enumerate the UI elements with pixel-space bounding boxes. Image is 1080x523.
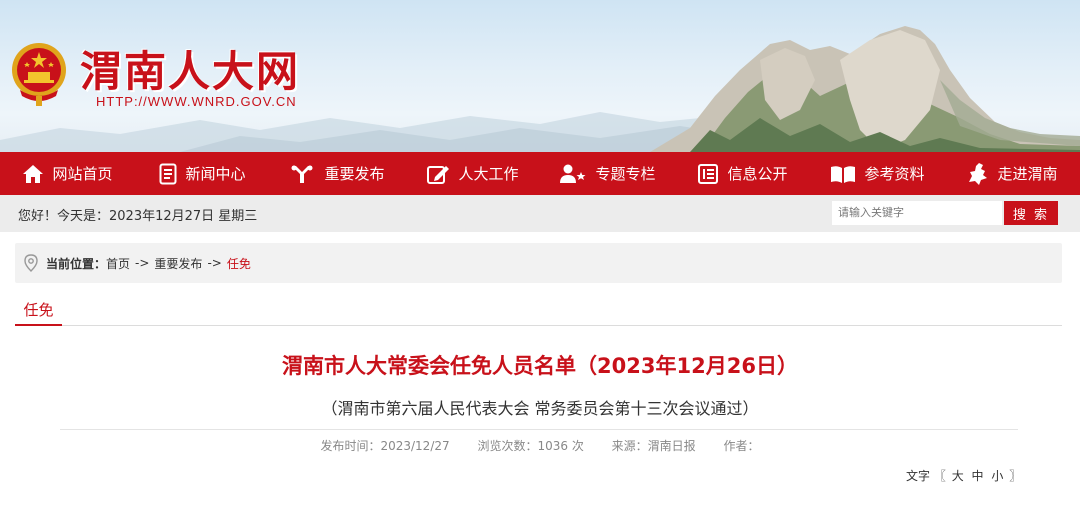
- font-size-bracket-close: 〗: [1009, 469, 1022, 483]
- nav-item-special[interactable]: 专题专栏: [540, 152, 675, 195]
- nav-item-label: 参考资料: [864, 165, 925, 183]
- nav-item-label: 网站首页: [52, 165, 113, 183]
- font-size-medium[interactable]: 中: [970, 469, 986, 483]
- article-author: 作者：: [723, 439, 760, 453]
- font-size-switcher: 文字 〖 大 中 小 〗: [906, 467, 1021, 484]
- nav-item-label: 新闻中心: [185, 165, 246, 183]
- search-input[interactable]: [832, 201, 1002, 225]
- breadcrumb-current[interactable]: 任免: [227, 255, 251, 272]
- nav-item-work[interactable]: 人大工作: [405, 152, 540, 195]
- nav-item-news[interactable]: 新闻中心: [135, 152, 270, 195]
- article-subtitle: （渭南市第六届人民代表大会 常务委员会第十三次会议通过）: [321, 399, 759, 418]
- open-book-icon: [831, 165, 856, 183]
- font-size-small[interactable]: 小: [989, 469, 1005, 483]
- site-title[interactable]: 渭南人大网: [80, 38, 300, 99]
- tab-divider: [15, 325, 1062, 326]
- date-greeting: 您好！今天是：2023年12月27日 星期三: [18, 209, 258, 224]
- header-banner: 渭南人大网 HTTP://WWW.WNRD.GOV.CN: [0, 0, 1080, 152]
- province-map-icon: [969, 162, 988, 185]
- nav-item-release[interactable]: 重要发布: [270, 152, 405, 195]
- font-size-label: 文字: [906, 469, 931, 483]
- article-divider: [60, 429, 1018, 430]
- font-size-bracket-open: 〖: [933, 469, 946, 483]
- user-star-icon: [560, 164, 586, 183]
- nav-item-home[interactable]: 网站首页: [0, 152, 135, 195]
- nav-item-label: 人大工作: [458, 165, 519, 183]
- home-icon: [23, 164, 44, 183]
- location-pin-icon: [24, 254, 38, 272]
- breadcrumb-separator: ->: [207, 256, 222, 270]
- view-count: 浏览次数：1036 次: [477, 439, 584, 453]
- breadcrumb-release-link[interactable]: 重要发布: [154, 255, 202, 272]
- notebook-icon: [698, 163, 719, 184]
- main-nav: 网站首页 新闻中心 重要发布 人大工作 专题专栏 信息公开 参考资料 走进渭南: [0, 152, 1080, 195]
- national-emblem-icon: [12, 43, 66, 106]
- nav-item-label: 专题专栏: [595, 165, 656, 183]
- article-title: 渭南市人大常委会任免人员名单（2023年12月26日）: [282, 354, 798, 378]
- font-size-large[interactable]: 大: [950, 469, 966, 483]
- breadcrumb-home-link[interactable]: 首页: [106, 255, 130, 272]
- nav-item-info[interactable]: 信息公开: [675, 152, 810, 195]
- nav-item-label: 走进渭南: [997, 165, 1058, 183]
- article-meta: 发布时间：2023/12/27 浏览次数：1036 次 来源：渭南日报 作者：: [0, 437, 1080, 454]
- nav-item-reference[interactable]: 参考资料: [810, 152, 945, 195]
- breadcrumb: 当前位置： 首页 -> 重要发布 -> 任免: [15, 243, 1062, 283]
- site-url: HTTP://WWW.WNRD.GOV.CN: [96, 94, 297, 109]
- breadcrumb-separator: ->: [135, 256, 150, 270]
- nav-item-label: 信息公开: [727, 165, 788, 183]
- article-source: 来源：渭南日报: [611, 439, 696, 453]
- nav-item-weinan[interactable]: 走进渭南: [945, 152, 1080, 195]
- breadcrumb-label: 当前位置：: [46, 256, 107, 271]
- document-icon: [159, 163, 177, 184]
- search-button[interactable]: 搜 索: [1004, 201, 1058, 225]
- publish-time: 发布时间：2023/12/27: [320, 439, 450, 453]
- tab-appointment[interactable]: 任免: [15, 299, 62, 326]
- megaphone-icon: [291, 165, 313, 183]
- edit-icon: [427, 165, 450, 184]
- nav-item-label: 重要发布: [324, 165, 385, 183]
